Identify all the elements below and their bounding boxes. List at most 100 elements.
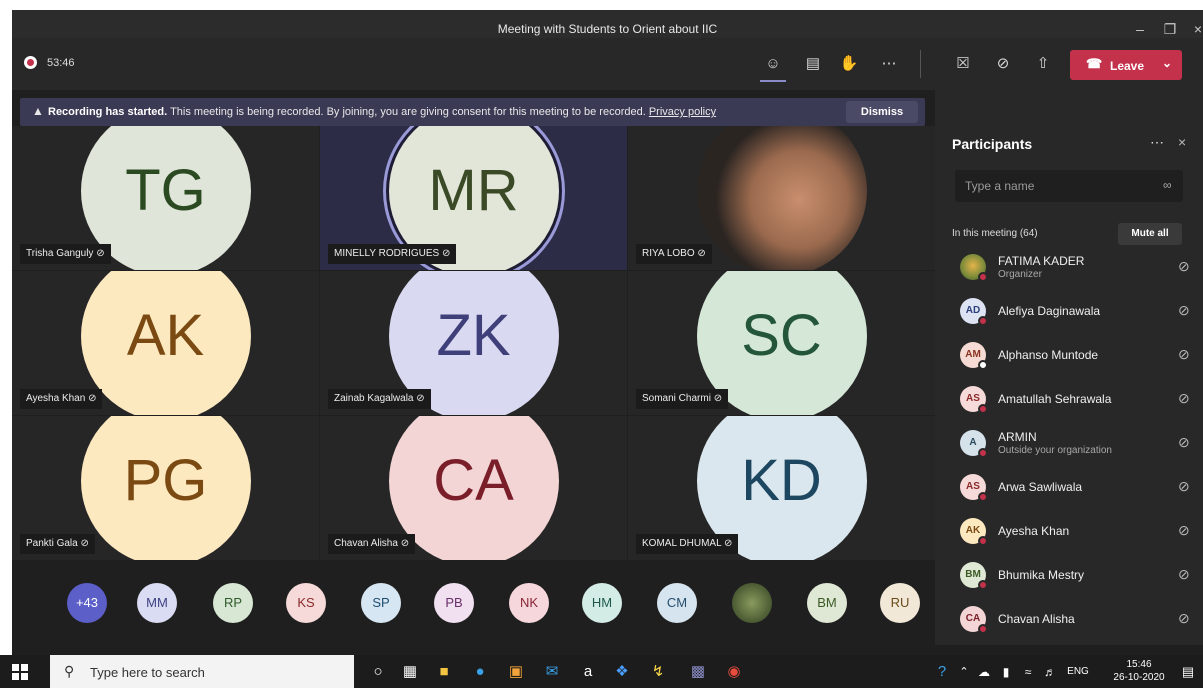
muted-mic-icon: ⊘ <box>721 538 733 549</box>
battery-icon[interactable]: ▮ <box>994 660 1018 684</box>
raise-hand-button[interactable]: ✋ <box>836 52 862 76</box>
dismiss-button[interactable]: Dismiss <box>846 101 918 123</box>
muted-mic-icon: ⊘ <box>397 538 410 549</box>
participant-name: Somani Charmi <box>642 393 711 404</box>
volume-icon[interactable]: ♬ <box>1038 660 1062 684</box>
taskbar-clock[interactable]: 15:46 26-10-2020 <box>1108 658 1170 684</box>
more-actions-button[interactable]: ⋯ <box>876 52 902 76</box>
more-options-icon[interactable]: ⋯ <box>1150 134 1164 151</box>
toolbar-divider <box>920 50 921 78</box>
overflow-avatar[interactable]: CM <box>657 583 697 623</box>
minimize-button[interactable]: – <box>1130 19 1150 39</box>
show-participants-button[interactable]: ☺ <box>760 52 786 76</box>
status-badge <box>978 492 988 502</box>
muted-mic-icon: ⊘ <box>1178 610 1190 626</box>
overflow-avatar[interactable]: PB <box>434 583 474 623</box>
chevron-down-icon[interactable]: ⌄ <box>1162 56 1172 70</box>
start-button[interactable] <box>12 664 28 680</box>
video-tile[interactable]: PG Pankti Gala ⊘ <box>12 416 319 560</box>
participant-row[interactable]: A ARMIN Outside your organization ⊘ <box>952 426 1197 466</box>
cortana-icon[interactable]: ○ <box>366 660 390 684</box>
overflow-avatar[interactable]: KS <box>286 583 326 623</box>
participant-avatar: PG <box>80 416 251 560</box>
mic-off-button[interactable]: ⊘ <box>990 52 1016 76</box>
show-conversation-button[interactable]: ▤ <box>800 52 826 76</box>
muted-mic-icon: ⊘ <box>439 248 451 259</box>
more-participants-button[interactable]: +43 <box>67 583 107 623</box>
muted-mic-icon: ⊘ <box>93 248 105 259</box>
participant-row[interactable]: BM Bhumika Mestry ⊘ <box>952 558 1197 598</box>
search-icon: ⚲ <box>64 663 75 679</box>
participant-name-label: MINELLY RODRIGUES ⊘ <box>328 244 457 264</box>
close-panel-icon[interactable]: × <box>1178 134 1186 150</box>
store-icon[interactable]: ▣ <box>504 660 528 684</box>
privacy-policy-link[interactable]: Privacy policy <box>649 106 716 118</box>
video-tile[interactable]: RIYA LOBO ⊘ <box>628 126 935 270</box>
video-tile[interactable]: TG Trisha Ganguly ⊘ <box>12 126 319 270</box>
muted-mic-icon: ⊘ <box>1178 390 1190 406</box>
mute-all-button[interactable]: Mute all <box>1118 223 1182 245</box>
wifi-icon[interactable]: ≈ <box>1016 660 1040 684</box>
participant-name: Ayesha Khan <box>26 393 86 404</box>
overflow-avatar[interactable]: HM <box>582 583 622 623</box>
mail-icon[interactable]: ✉ <box>540 660 564 684</box>
overflow-avatar[interactable]: MM <box>137 583 177 623</box>
language-indicator[interactable]: ENG <box>1060 660 1096 684</box>
edge-icon[interactable]: ● <box>468 660 492 684</box>
participant-name: KOMAL DHUMAL <box>642 538 722 549</box>
participant-row[interactable]: CA Chavan Alisha ⊘ <box>952 602 1197 642</box>
muted-mic-icon: ⊘ <box>1178 478 1190 494</box>
participant-name: Ayesha Khan <box>998 524 1070 538</box>
share-invite-icon[interactable]: ∞ <box>1163 178 1172 192</box>
participant-name: RIYA LOBO <box>642 248 695 259</box>
warning-icon: ▲ <box>32 104 44 118</box>
participant-name-label: Pankti Gala ⊘ <box>20 534 95 554</box>
video-tile[interactable]: MR MINELLY RODRIGUES ⊘ <box>320 126 627 270</box>
video-tile[interactable]: AK Ayesha Khan ⊘ <box>12 271 319 415</box>
video-tile[interactable]: SC Somani Charmi ⊘ <box>628 271 935 415</box>
overflow-avatar[interactable]: RP <box>213 583 253 623</box>
share-screen-button[interactable]: ⇧ <box>1030 52 1056 76</box>
participant-name: ARMIN <box>998 430 1037 444</box>
overflow-avatar[interactable]: SP <box>361 583 401 623</box>
participant-row[interactable]: AM Alphanso Muntode ⊘ <box>952 338 1197 378</box>
close-button[interactable]: × <box>1188 19 1203 39</box>
taskbar-search[interactable]: ⚲ Type here to search <box>50 655 354 688</box>
maximize-button[interactable]: ❐ <box>1160 19 1180 39</box>
overflow-avatar[interactable]: BM <box>807 583 847 623</box>
panel-title: Participants <box>952 136 1033 152</box>
muted-mic-icon: ⊘ <box>710 393 723 404</box>
recording-banner: ▲ Recording has started. This meeting is… <box>20 98 925 126</box>
clock-time: 15:46 <box>1126 659 1152 670</box>
help-icon[interactable]: ? <box>930 660 954 684</box>
task-view-icon[interactable]: ▦ <box>398 660 422 684</box>
chrome-icon[interactable]: ◉ <box>722 660 746 684</box>
leave-button[interactable]: ☎ Leave ⌄ <box>1070 50 1182 80</box>
teams-icon[interactable]: ▩ <box>686 660 710 684</box>
file-explorer-icon[interactable]: ■ <box>432 660 456 684</box>
camera-off-button[interactable]: ☒ <box>950 52 976 76</box>
video-tile[interactable]: KD KOMAL DHUMAL ⊘ <box>628 416 935 560</box>
participant-row[interactable]: AK Ayesha Khan ⊘ <box>952 514 1197 554</box>
status-badge <box>978 272 988 282</box>
participant-row[interactable]: AD Alefiya Daginawala ⊘ <box>952 294 1197 334</box>
overflow-avatar[interactable] <box>732 583 772 623</box>
participant-row[interactable]: FATIMA KADER Organizer ⊘ <box>952 250 1197 290</box>
dropbox-icon[interactable]: ❖ <box>610 660 634 684</box>
amazon-icon[interactable]: a <box>576 660 600 684</box>
active-indicator <box>760 80 786 82</box>
video-tile[interactable]: CA Chavan Alisha ⊘ <box>320 416 627 560</box>
muted-mic-icon: ⊘ <box>1178 522 1190 538</box>
participant-name: Amatullah Sehrawala <box>998 392 1112 406</box>
onedrive-icon[interactable]: ☁ <box>972 660 996 684</box>
participant-row[interactable]: AS Amatullah Sehrawala ⊘ <box>952 382 1197 422</box>
video-tile[interactable]: ZK Zainab Kagalwala ⊘ <box>320 271 627 415</box>
participant-row[interactable]: AS Arwa Sawliwala ⊘ <box>952 470 1197 510</box>
participant-search-input[interactable] <box>965 170 1155 202</box>
overflow-avatar[interactable]: NK <box>509 583 549 623</box>
winamp-icon[interactable]: ↯ <box>646 660 670 684</box>
muted-mic-icon: ⊘ <box>413 393 425 404</box>
notifications-icon[interactable]: ▤ <box>1176 660 1200 684</box>
muted-mic-icon: ⊘ <box>1178 346 1190 362</box>
overflow-avatar[interactable]: RU <box>880 583 920 623</box>
